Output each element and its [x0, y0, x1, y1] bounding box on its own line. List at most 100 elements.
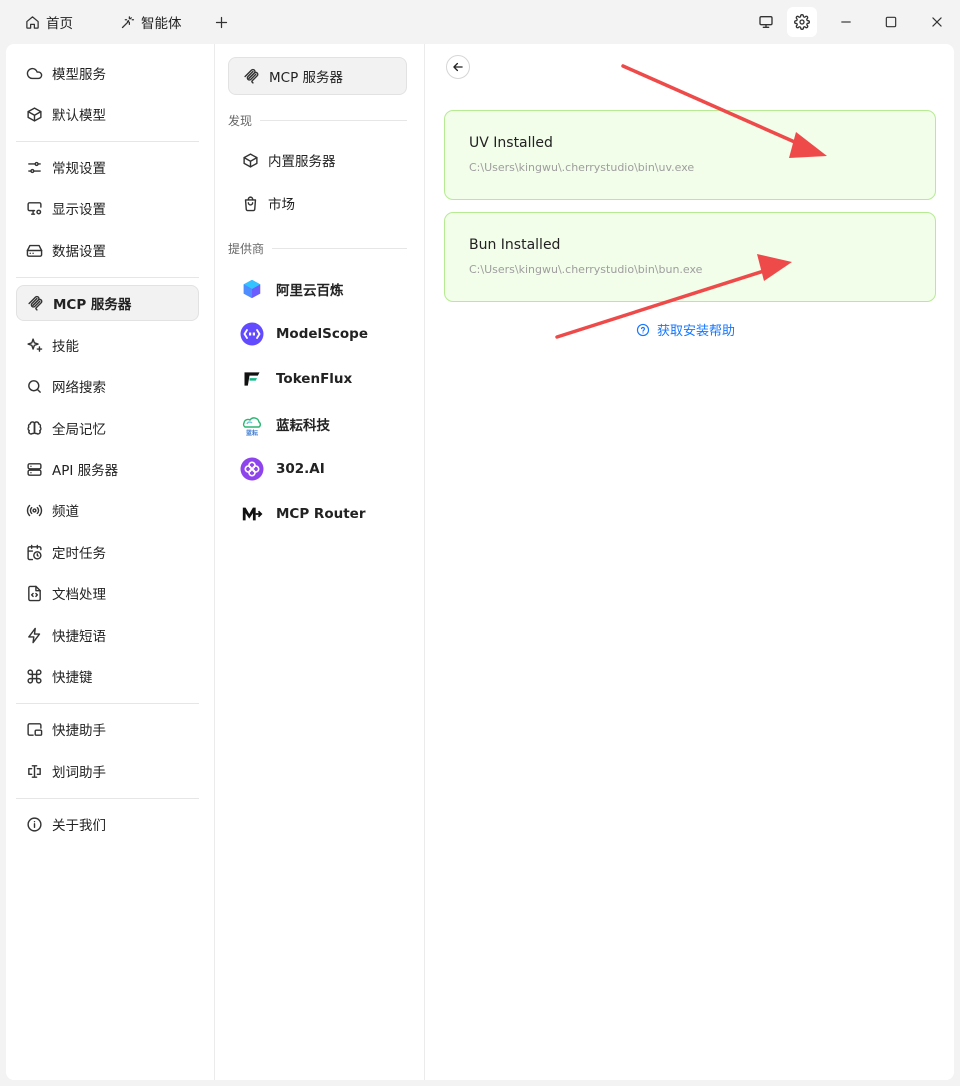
help-link-label: 获取安装帮助 — [657, 324, 736, 339]
close-window-button[interactable] — [922, 7, 952, 37]
mcp-router-logo — [240, 502, 264, 526]
close-icon — [932, 17, 942, 27]
sidebar-item-label: 定时任务 — [52, 546, 106, 562]
install-status-pane: UV Installed C:\Users\kingwu\.cherrystud… — [426, 44, 954, 1080]
sliders-icon — [28, 161, 41, 173]
mcp-servers-button[interactable]: MCP 服务器 — [228, 57, 407, 95]
sidebar-item-label: 常规设置 — [52, 161, 106, 177]
mcp-icon — [244, 68, 259, 84]
picture-in-picture-icon — [27, 722, 43, 736]
sidebar-item-label: 划词助手 — [52, 765, 106, 781]
settings-sidebar: 模型服务 默认模型 常规设置 显示设置 数据设置 MCP 服务器 技能 网络搜索… — [6, 44, 215, 1080]
maximize-button[interactable] — [876, 7, 906, 37]
mcp-servers-label: MCP 服务器 — [269, 70, 344, 86]
install-help-link[interactable]: 获取安装帮助 — [636, 320, 735, 339]
provider-item-mcp-router[interactable]: MCP Router — [228, 496, 407, 532]
sparkles-icon — [27, 337, 43, 352]
provider-label: TokenFlux — [276, 371, 353, 387]
sidebar-item-scheduled-tasks[interactable]: 定时任务 — [16, 534, 199, 570]
sidebar-item-api-server[interactable]: API 服务器 — [16, 451, 199, 487]
sidebar-divider — [16, 141, 199, 142]
tab-home[interactable]: 首页 — [25, 11, 73, 33]
sidebar-item-selection-assistant[interactable]: 划词助手 — [16, 753, 199, 789]
display-toggle-button[interactable] — [751, 7, 781, 37]
minimize-button[interactable] — [831, 7, 861, 37]
302ai-logo — [240, 457, 264, 481]
bun-installed-card: Bun Installed C:\Users\kingwu\.cherrystu… — [444, 212, 936, 302]
title-bar: 首页 智能体 — [0, 0, 960, 44]
cube-icon — [27, 106, 42, 122]
lanyun-logo: 蓝耘 — [240, 412, 264, 436]
help-circle-icon — [636, 323, 650, 336]
sidebar-item-label: 数据设置 — [52, 244, 106, 260]
sidebar-item-label: 关于我们 — [52, 818, 106, 834]
add-tab-button[interactable] — [214, 11, 229, 33]
provider-item-tokenflux[interactable]: TokenFlux — [228, 361, 407, 397]
calendar-clock-icon — [27, 544, 42, 560]
sidebar-item-general-settings[interactable]: 常规设置 — [16, 149, 199, 185]
section-title: 发现 — [228, 114, 253, 128]
sidebar-item-about[interactable]: 关于我们 — [16, 806, 199, 842]
sidebar-item-label: 快捷短语 — [52, 629, 106, 645]
sidebar-item-global-memory[interactable]: 全局记忆 — [16, 410, 199, 446]
shopping-bag-icon — [244, 195, 257, 211]
sidebar-item-channels[interactable]: 频道 — [16, 492, 199, 528]
provider-label: 阿里云百炼 — [276, 283, 344, 299]
sidebar-item-label: 模型服务 — [52, 67, 106, 83]
text-cursor-icon — [28, 764, 41, 778]
display-settings-icon — [27, 201, 42, 215]
hard-drive-icon — [26, 244, 43, 257]
provider-item-302ai[interactable]: 302.AI — [228, 451, 407, 487]
card-title: UV Installed — [469, 135, 553, 151]
menu-item-marketplace[interactable]: 市场 — [228, 185, 407, 221]
provider-label: 302.AI — [276, 461, 325, 477]
sidebar-item-mcp-servers[interactable]: MCP 服务器 — [16, 285, 199, 321]
sidebar-item-label: 显示设置 — [52, 202, 106, 218]
provider-item-modelscope[interactable]: ModelScope — [228, 316, 407, 352]
sidebar-item-shortcuts[interactable]: 快捷键 — [16, 658, 199, 694]
svg-text:蓝耘: 蓝耘 — [246, 429, 258, 436]
section-discover: 发现 — [228, 112, 407, 129]
sidebar-item-document-processing[interactable]: 文档处理 — [16, 575, 199, 611]
provider-label: ModelScope — [276, 326, 368, 342]
sidebar-item-skills[interactable]: 技能 — [16, 327, 199, 363]
section-providers: 提供商 — [228, 240, 407, 257]
zap-icon — [28, 627, 41, 643]
sidebar-item-data-settings[interactable]: 数据设置 — [16, 232, 199, 268]
home-icon — [26, 15, 39, 29]
menu-item-label: 市场 — [268, 197, 295, 213]
minimize-icon — [841, 21, 851, 23]
sidebar-item-web-search[interactable]: 网络搜索 — [16, 368, 199, 404]
sidebar-item-label: 全局记忆 — [52, 422, 106, 438]
sidebar-item-label: 频道 — [52, 504, 79, 520]
cloud-icon — [26, 67, 43, 79]
menu-item-label: 内置服务器 — [268, 154, 336, 170]
settings-button[interactable] — [787, 7, 817, 37]
sidebar-item-display-settings[interactable]: 显示设置 — [16, 190, 199, 226]
menu-item-builtin-servers[interactable]: 内置服务器 — [228, 142, 407, 178]
info-icon — [27, 816, 42, 832]
package-icon — [243, 152, 258, 168]
provider-item-lanyun[interactable]: 蓝耘 蓝耘科技 — [228, 406, 407, 442]
sidebar-item-quick-assistant[interactable]: 快捷助手 — [16, 711, 199, 747]
mcp-submenu: MCP 服务器 发现 内置服务器 市场 提供商 阿里云百炼 ModelScope — [216, 44, 425, 1080]
provider-label: MCP Router — [276, 506, 366, 522]
sidebar-item-default-model[interactable]: 默认模型 — [16, 96, 199, 132]
settings-panel: 模型服务 默认模型 常规设置 显示设置 数据设置 MCP 服务器 技能 网络搜索… — [6, 44, 954, 1080]
tab-agents[interactable]: 智能体 — [120, 11, 182, 33]
plus-icon — [215, 16, 228, 28]
mcp-icon — [28, 295, 43, 311]
sidebar-item-quick-phrases[interactable]: 快捷短语 — [16, 617, 199, 653]
back-button[interactable] — [446, 55, 470, 79]
card-title: Bun Installed — [469, 237, 561, 253]
server-icon — [27, 462, 42, 476]
sidebar-item-label: 文档处理 — [52, 587, 106, 603]
card-path: C:\Users\kingwu\.cherrystudio\bin\uv.exe — [469, 161, 695, 174]
uv-installed-card: UV Installed C:\Users\kingwu\.cherrystud… — [444, 110, 936, 200]
radio-icon — [26, 504, 43, 516]
sidebar-item-model-service[interactable]: 模型服务 — [16, 55, 199, 91]
provider-label: 蓝耘科技 — [276, 418, 330, 434]
sidebar-item-label: 网络搜索 — [52, 380, 106, 396]
provider-item-bailian[interactable]: 阿里云百炼 — [228, 271, 407, 307]
gear-icon — [794, 14, 810, 30]
